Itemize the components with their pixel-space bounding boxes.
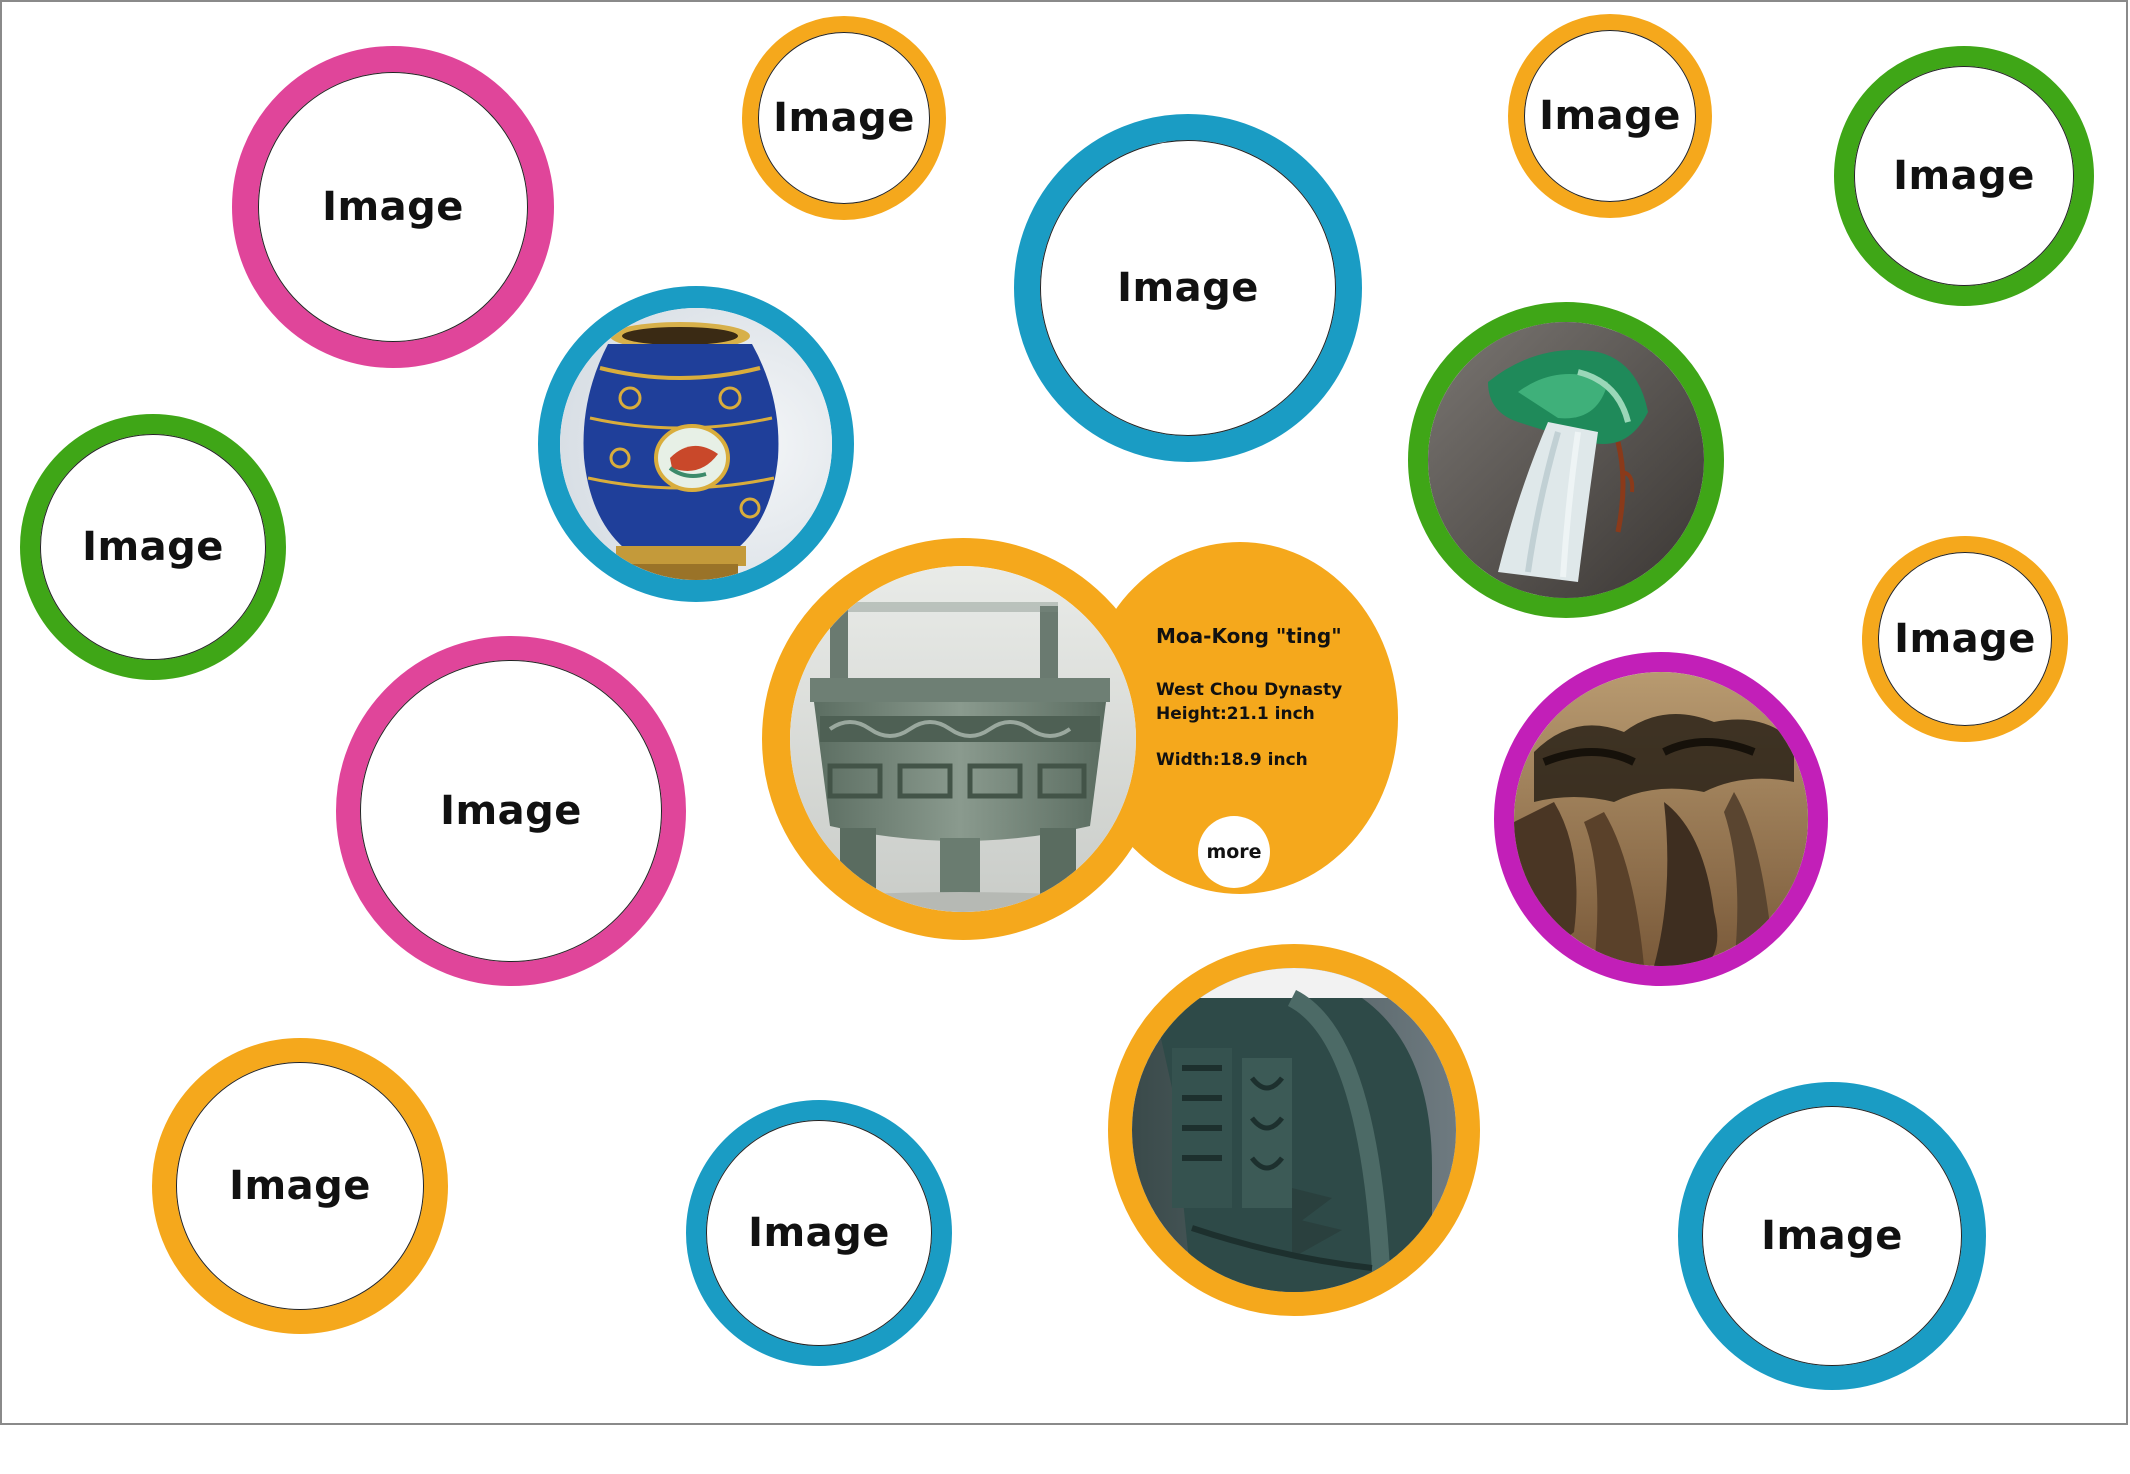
image-placeholder-label: Image [229,1163,371,1209]
image-placeholder-4[interactable]: Image [1508,14,1712,218]
image-placeholder-5[interactable]: Image [1834,46,2094,306]
image-placeholder-label: Image [773,95,915,141]
photo-jade-cabbage[interactable] [1408,302,1724,618]
image-placeholder-1[interactable]: Image [232,46,554,368]
more-button[interactable]: more [1198,816,1270,888]
image-placeholder-label: Image [1894,616,2036,662]
bronze-zun-vessel-icon [1132,968,1456,1292]
featured-title: Moa-Kong "ting" [1156,624,1342,648]
image-placeholder-7[interactable]: Image [336,636,686,986]
photo-landscape-painting[interactable] [1494,652,1828,986]
image-placeholder-6[interactable]: Image [20,414,286,680]
image-placeholder-label: Image [1893,153,2035,199]
featured-photo[interactable] [762,538,1164,940]
image-placeholder-label: Image [322,184,464,230]
image-placeholder-9[interactable]: Image [152,1038,448,1334]
image-placeholder-label: Image [1117,265,1259,311]
image-placeholder-label: Image [82,524,224,570]
ink-landscape-painting-icon [1514,672,1808,966]
featured-width: Width:18.9 inch [1156,750,1308,770]
image-placeholder-11[interactable]: Image [1678,1082,1986,1390]
image-placeholder-10[interactable]: Image [686,1100,952,1366]
image-placeholder-2[interactable]: Image [742,16,946,220]
bronze-ding-cauldron-icon [790,566,1136,912]
featured-height: Height:21.1 inch [1156,704,1315,724]
image-placeholder-label: Image [748,1210,890,1256]
photo-enamel-vase[interactable] [538,286,854,602]
gallery-canvas: Image Image Image Image Image Image Imag… [0,0,2128,1425]
featured-dynasty: West Chou Dynasty [1156,680,1343,700]
photo-bronze-vessel[interactable] [1108,944,1480,1316]
blue-enamel-vase-icon [560,308,832,580]
jade-cabbage-icon [1428,322,1704,598]
image-placeholder-label: Image [1539,93,1681,139]
image-placeholder-8[interactable]: Image [1862,536,2068,742]
image-placeholder-label: Image [1761,1213,1903,1259]
image-placeholder-label: Image [440,788,582,834]
image-placeholder-3[interactable]: Image [1014,114,1362,462]
